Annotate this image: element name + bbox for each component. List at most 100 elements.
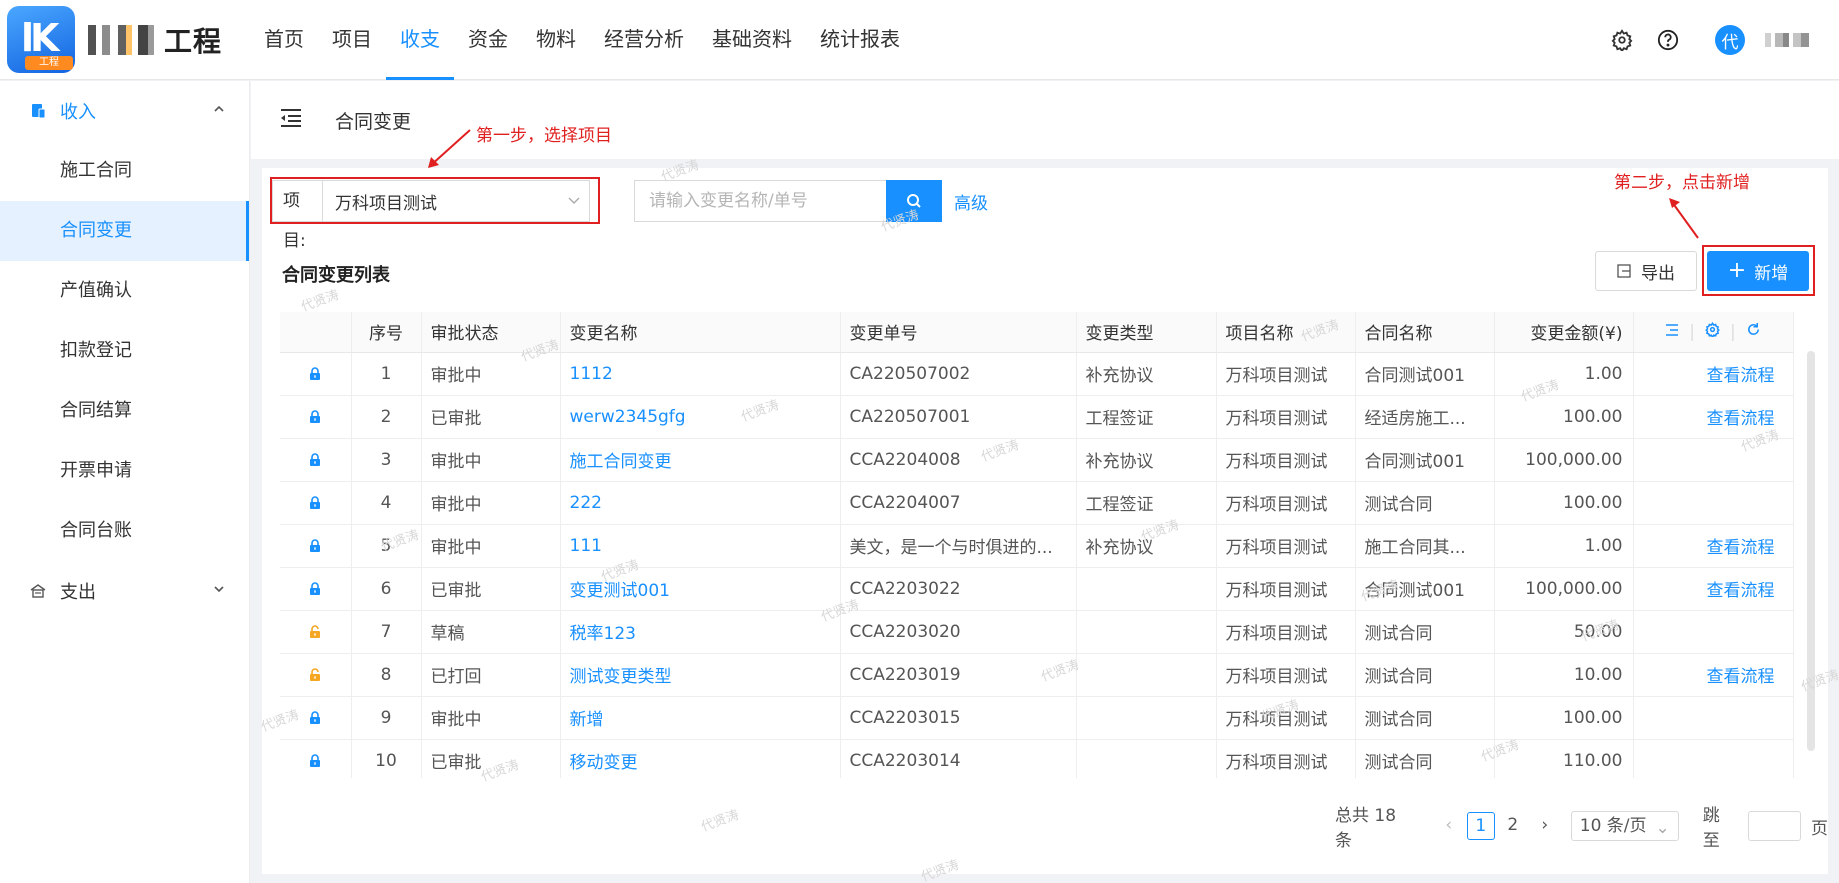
column-header-6: 合同名称: [1355, 312, 1495, 353]
user-name-blurred[interactable]: [1765, 33, 1809, 47]
annotation-arrow-1: [428, 129, 471, 168]
jump-label: 跳至: [1702, 806, 1720, 851]
search-icon: [907, 194, 921, 208]
search-input[interactable]: [634, 180, 886, 222]
nav-item-5[interactable]: 经营分析: [590, 0, 698, 80]
cell-project: 万科项目测试: [1216, 395, 1356, 439]
view-flow-link[interactable]: 查看流程: [1633, 567, 1794, 611]
cell-type: 补充协议: [1076, 524, 1217, 568]
cell-type: 补充协议: [1076, 352, 1217, 396]
chevron-down-icon: [214, 586, 224, 593]
cell-amount: 100.00: [1494, 481, 1634, 525]
column-header-7: 变更金额(¥): [1494, 312, 1634, 353]
chevron-down-icon: ⌄: [1655, 818, 1670, 838]
nav-item-3[interactable]: 资金: [454, 0, 522, 80]
nav-item-1[interactable]: 项目: [318, 0, 386, 80]
cell-name[interactable]: 移动变更: [560, 739, 841, 778]
nav-item-4[interactable]: 物料: [522, 0, 590, 80]
cell-contract: 测试合同: [1355, 481, 1495, 525]
sidebar-item-4[interactable]: 合同结算: [0, 381, 249, 441]
view-flow-link[interactable]: 查看流程: [1633, 352, 1794, 396]
lock-icon: [280, 524, 352, 568]
column-header-2: 变更名称: [560, 312, 841, 353]
table-row[interactable]: 10 已审批 移动变更 CCA2203014 万科项目测试 测试合同 110.00: [280, 739, 1794, 778]
sidebar-item-1[interactable]: 合同变更: [0, 201, 249, 261]
cell-amount: 100.00: [1494, 395, 1634, 439]
column-density-icon[interactable]: [1665, 322, 1679, 342]
view-flow-link[interactable]: 查看流程: [1633, 653, 1794, 697]
jump-page-input[interactable]: [1748, 811, 1801, 841]
sidebar-item-6[interactable]: 合同台账: [0, 501, 249, 561]
table-row[interactable]: 1 审批中 1112 CA220507002 补充协议 万科项目测试 合同测试001 1.00…: [280, 352, 1794, 396]
page-suffix: 页: [1811, 818, 1828, 839]
app-logo[interactable]: lK 工程: [7, 6, 75, 73]
total-count: 总共 18 条: [1335, 806, 1397, 851]
pagination: 总共 18 条 ‹ 1 2 › 10 条/页 ⌄ 跳至 页: [1335, 806, 1828, 851]
cell-name[interactable]: 222: [560, 481, 841, 525]
advanced-search-link[interactable]: 高级: [954, 189, 988, 214]
main-nav: 首页 项目 收支 资金 物料 经营分析 基础资料 统计报表: [250, 0, 914, 80]
cell-status: 已审批: [421, 395, 561, 439]
cell-name[interactable]: 1112: [560, 352, 841, 396]
app-name: 工程: [88, 22, 222, 58]
table-row[interactable]: 5 审批中 111 美文，是一个与时俱进的... 补充协议 万科项目测试 施工合同其... 1…: [280, 524, 1794, 568]
sidebar-item-3[interactable]: 扣款登记: [0, 321, 249, 381]
view-flow-link[interactable]: 查看流程: [1633, 395, 1794, 439]
table-row[interactable]: 7 草稿 税率123 CCA2203020 万科项目测试 测试合同 50.00: [280, 610, 1794, 654]
nav-item-2[interactable]: 收支: [386, 0, 454, 80]
cell-name[interactable]: werw2345gfg: [560, 395, 841, 439]
table-row[interactable]: 4 审批中 222 CCA2204007 工程签证 万科项目测试 测试合同 100.00: [280, 481, 1794, 525]
table-row[interactable]: 6 已审批 变更测试001 CCA2203022 万科项目测试 合同测试001 100,00…: [280, 567, 1794, 611]
view-flow-link[interactable]: 查看流程: [1633, 524, 1794, 568]
cell-name[interactable]: 新增: [560, 696, 841, 740]
nav-item-6[interactable]: 基础资料: [698, 0, 806, 80]
export-button[interactable]: 导出: [1595, 251, 1697, 291]
cell-name[interactable]: 测试变更类型: [560, 653, 841, 697]
cell-no: 5: [351, 524, 422, 568]
nav-item-7[interactable]: 统计报表: [806, 0, 914, 80]
page-size-select[interactable]: 10 条/页 ⌄: [1570, 811, 1679, 841]
chevron-up-icon: [214, 105, 224, 112]
user-avatar[interactable]: 代: [1715, 25, 1745, 55]
cell-name[interactable]: 施工合同变更: [560, 438, 841, 482]
cell-name[interactable]: 变更测试001: [560, 567, 841, 611]
refresh-icon[interactable]: [1746, 322, 1761, 342]
prev-page-button[interactable]: ‹: [1435, 812, 1463, 840]
cell-code: CCA2203015: [840, 696, 1077, 740]
table-row[interactable]: 2 已审批 werw2345gfg CA220507001 工程签证 万科项目测试 经适房施…: [280, 395, 1794, 439]
sidebar-item-5[interactable]: 开票申请: [0, 441, 249, 501]
view-flow-link: [1633, 438, 1794, 482]
settings-gear-icon[interactable]: [1609, 27, 1635, 53]
cell-amount: 100,000.00: [1494, 438, 1634, 482]
nav-item-0[interactable]: 首页: [250, 0, 318, 80]
table-row[interactable]: 8 已打回 测试变更类型 CCA2203019 万科项目测试 测试合同 10.00 查看流程: [280, 653, 1794, 697]
table-scrollbar[interactable]: [1807, 351, 1815, 751]
cell-type: [1076, 653, 1217, 697]
column-header-0: 序号: [351, 312, 422, 353]
cell-type: [1076, 567, 1217, 611]
sidebar-item-0[interactable]: 施工合同: [0, 141, 249, 201]
cell-amount: 1.00: [1494, 524, 1634, 568]
table-row[interactable]: 3 审批中 施工合同变更 CCA2204008 补充协议 万科项目测试 合同测试001 100…: [280, 438, 1794, 482]
sidebar-group-income[interactable]: 收入: [0, 81, 249, 141]
lock-icon: [280, 438, 352, 482]
search-button[interactable]: [886, 180, 942, 222]
page-1-button[interactable]: 1: [1466, 812, 1495, 840]
project-highlight-box: [270, 177, 600, 224]
sidebar-group-expense[interactable]: 支出: [0, 561, 249, 621]
table-row[interactable]: 9 审批中 新增 CCA2203015 万科项目测试 测试合同 100.00: [280, 696, 1794, 740]
cell-name[interactable]: 111: [560, 524, 841, 568]
cell-status: 已打回: [421, 653, 561, 697]
lock-icon: [280, 739, 352, 778]
cell-contract: 经适房施工...: [1355, 395, 1495, 439]
next-page-button[interactable]: ›: [1531, 812, 1559, 840]
page-2-button[interactable]: 2: [1499, 812, 1527, 840]
column-settings-gear-icon[interactable]: [1705, 321, 1720, 342]
cell-status: 审批中: [421, 481, 561, 525]
annotation-arrow-2: [1669, 198, 1699, 239]
cell-no: 1: [351, 352, 422, 396]
help-question-icon[interactable]: [1655, 27, 1681, 53]
cell-name[interactable]: 税率123: [560, 610, 841, 654]
sidebar-item-2[interactable]: 产值确认: [0, 261, 249, 321]
collapse-menu-icon[interactable]: [279, 108, 303, 128]
